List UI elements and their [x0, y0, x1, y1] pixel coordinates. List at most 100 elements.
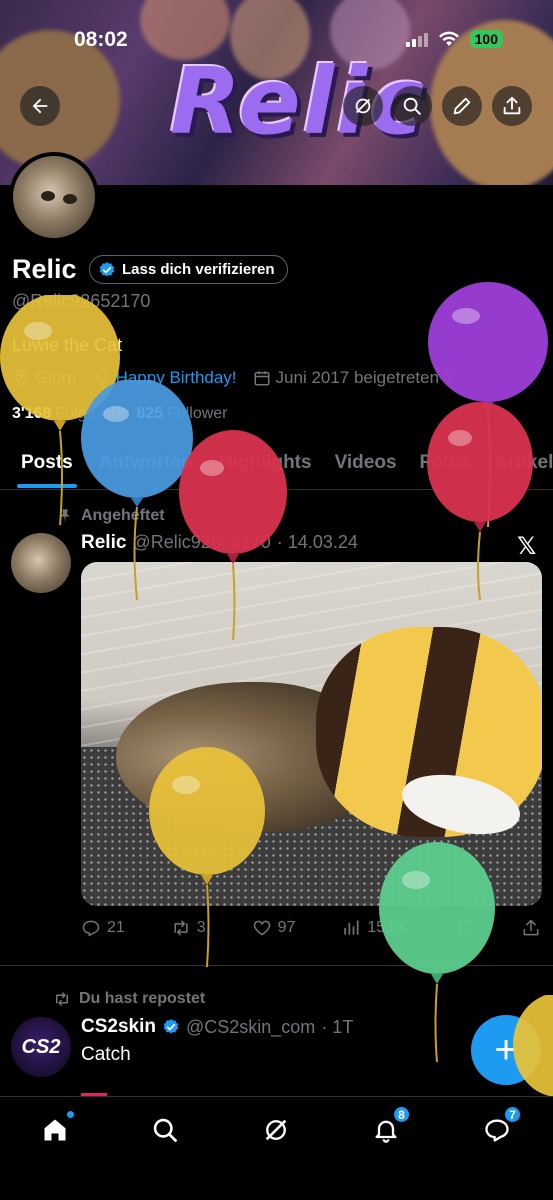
tab-photos[interactable]: Fotos [420, 440, 472, 489]
wifi-icon [438, 31, 459, 46]
tweet-image[interactable] [81, 562, 542, 906]
reply-icon [82, 920, 100, 937]
views-count: 15.8K [367, 919, 410, 936]
profile-birthday[interactable]: Happy Birthday! [93, 368, 237, 388]
retweet-icon [56, 992, 68, 1006]
profile-bio: Luwie the Cat [12, 335, 123, 355]
tab-highlights[interactable]: Highlights [219, 440, 312, 489]
retweet-icon [174, 920, 188, 936]
profile-birthday-text[interactable]: Happy Birthday! [116, 368, 237, 388]
like-button[interactable]: 97 [252, 918, 296, 938]
cs2skin-avatar[interactable]: CS2 [11, 1017, 71, 1077]
repost-indicator: Du hast repostet [53, 990, 205, 1008]
profile-handle: @Relic92652170 [12, 291, 151, 311]
home-unread-dot [66, 1110, 75, 1119]
share-button[interactable] [492, 86, 532, 126]
search-icon [153, 1118, 177, 1142]
banner-title: Relic [170, 48, 427, 155]
messages-badge: 7 [503, 1105, 522, 1124]
compose-button[interactable]: + [471, 1015, 541, 1085]
pinned-label: Angeheftet [81, 507, 165, 524]
nav-search[interactable] [148, 1113, 182, 1147]
nav-home[interactable] [38, 1110, 75, 1147]
tweet-handle[interactable]: @Relic92652170 [132, 532, 270, 553]
cellular-signal-icon [405, 31, 428, 47]
share-tweet-button[interactable] [521, 918, 541, 938]
grok-icon [355, 98, 371, 114]
tweet-handle[interactable]: @CS2skin_com [186, 1017, 315, 1038]
profile-tabs: Posts Antworten Highlights Videos Fotos … [0, 440, 553, 490]
profile-joined: Juni 2017 beigetreten [253, 368, 457, 388]
followers-count: 825 [136, 405, 164, 422]
like-count: 97 [277, 919, 296, 936]
profile-meta: Glorp Happy Birthday! Juni 2017 beigetre… [12, 368, 472, 388]
tweet-text: Catch [81, 1044, 131, 1065]
retweet-button[interactable]: 3 [171, 918, 206, 938]
reply-button[interactable]: 21 [81, 918, 125, 938]
search-icon [403, 97, 421, 115]
reposted-label: Du hast repostet [79, 990, 206, 1007]
views-button[interactable]: 15.8K [341, 918, 409, 938]
following-label: Folge ich [55, 405, 121, 422]
profile-banner: Relic 08:02 100 [0, 0, 553, 185]
verified-badge-icon [99, 261, 115, 277]
tweet-author[interactable]: Relic [81, 532, 126, 554]
tweet-divider [0, 965, 553, 966]
calendar-icon [254, 371, 270, 386]
edit-profile-button[interactable] [442, 86, 482, 126]
profile-location: Glorp [12, 368, 77, 388]
nav-messages[interactable]: 7 [480, 1105, 522, 1147]
get-verified-label: Lass dich verifizieren [122, 261, 275, 278]
home-icon [44, 1119, 66, 1141]
arrow-left-icon [32, 98, 48, 114]
tweet-date[interactable]: · 14.03.24 [277, 532, 358, 553]
pencil-icon [453, 97, 471, 115]
search-button[interactable] [392, 86, 432, 126]
get-verified-button[interactable]: Lass dich verifizieren [89, 255, 288, 284]
balloon-purple [428, 282, 548, 528]
nav-notifications[interactable]: 8 [369, 1105, 411, 1147]
retweet-count: 3 [196, 919, 206, 936]
followers-link[interactable]: 825 Follower [136, 405, 227, 423]
status-time: 08:02 [74, 28, 128, 51]
tweet-avatar[interactable] [11, 533, 71, 593]
following-link[interactable]: 3'168 Folge ich [12, 405, 120, 423]
location-pin-icon [14, 369, 28, 387]
pin-icon [60, 509, 70, 523]
profile-stats: 3'168 Folge ich 825 Follower [12, 405, 228, 423]
profile-location-text: Glorp [35, 368, 77, 387]
tweet-actions: 21 3 97 15.8K [81, 918, 541, 938]
tab-articles[interactable]: Artikel [494, 440, 553, 489]
grok-icon [265, 1119, 287, 1141]
followers-label: Follower [167, 405, 228, 422]
tweet-header: Relic @Relic92652170 · 14.03.24 [81, 532, 358, 554]
profile-avatar[interactable] [9, 152, 99, 242]
tab-videos[interactable]: Videos [335, 440, 397, 489]
bookmark-icon [459, 919, 471, 937]
tweet-header: CS2skin @CS2skin_com · 1T [81, 1016, 353, 1038]
tab-replies[interactable]: Antworten [99, 440, 193, 489]
share-icon [523, 919, 539, 936]
following-count: 3'168 [12, 405, 52, 422]
heart-icon [253, 920, 270, 936]
tab-posts[interactable]: Posts [17, 440, 77, 489]
profile-name: Relic [12, 254, 77, 284]
bookmark-button[interactable] [455, 918, 475, 938]
verified-badge-icon [163, 1019, 179, 1034]
back-button[interactable] [20, 86, 60, 126]
analytics-icon [344, 920, 359, 935]
share-icon [503, 96, 521, 115]
tweet-author[interactable]: CS2skin [81, 1016, 156, 1038]
battery-indicator: 100 [469, 30, 503, 48]
chevron-right-icon [446, 372, 454, 384]
nav-grok[interactable] [259, 1113, 293, 1147]
status-icons: 100 [405, 30, 503, 48]
balloon-icon [96, 369, 107, 386]
profile-joined-text: Juni 2017 beigetreten [275, 368, 440, 387]
bottom-navigation: 8 7 [0, 1096, 553, 1200]
grok-button[interactable] [343, 86, 383, 126]
tweet-time[interactable]: · 1T [321, 1017, 353, 1038]
x-logo-icon[interactable]: 𝕏 [517, 532, 536, 561]
reply-count: 21 [107, 919, 125, 936]
pinned-indicator: Angeheftet [57, 507, 165, 525]
